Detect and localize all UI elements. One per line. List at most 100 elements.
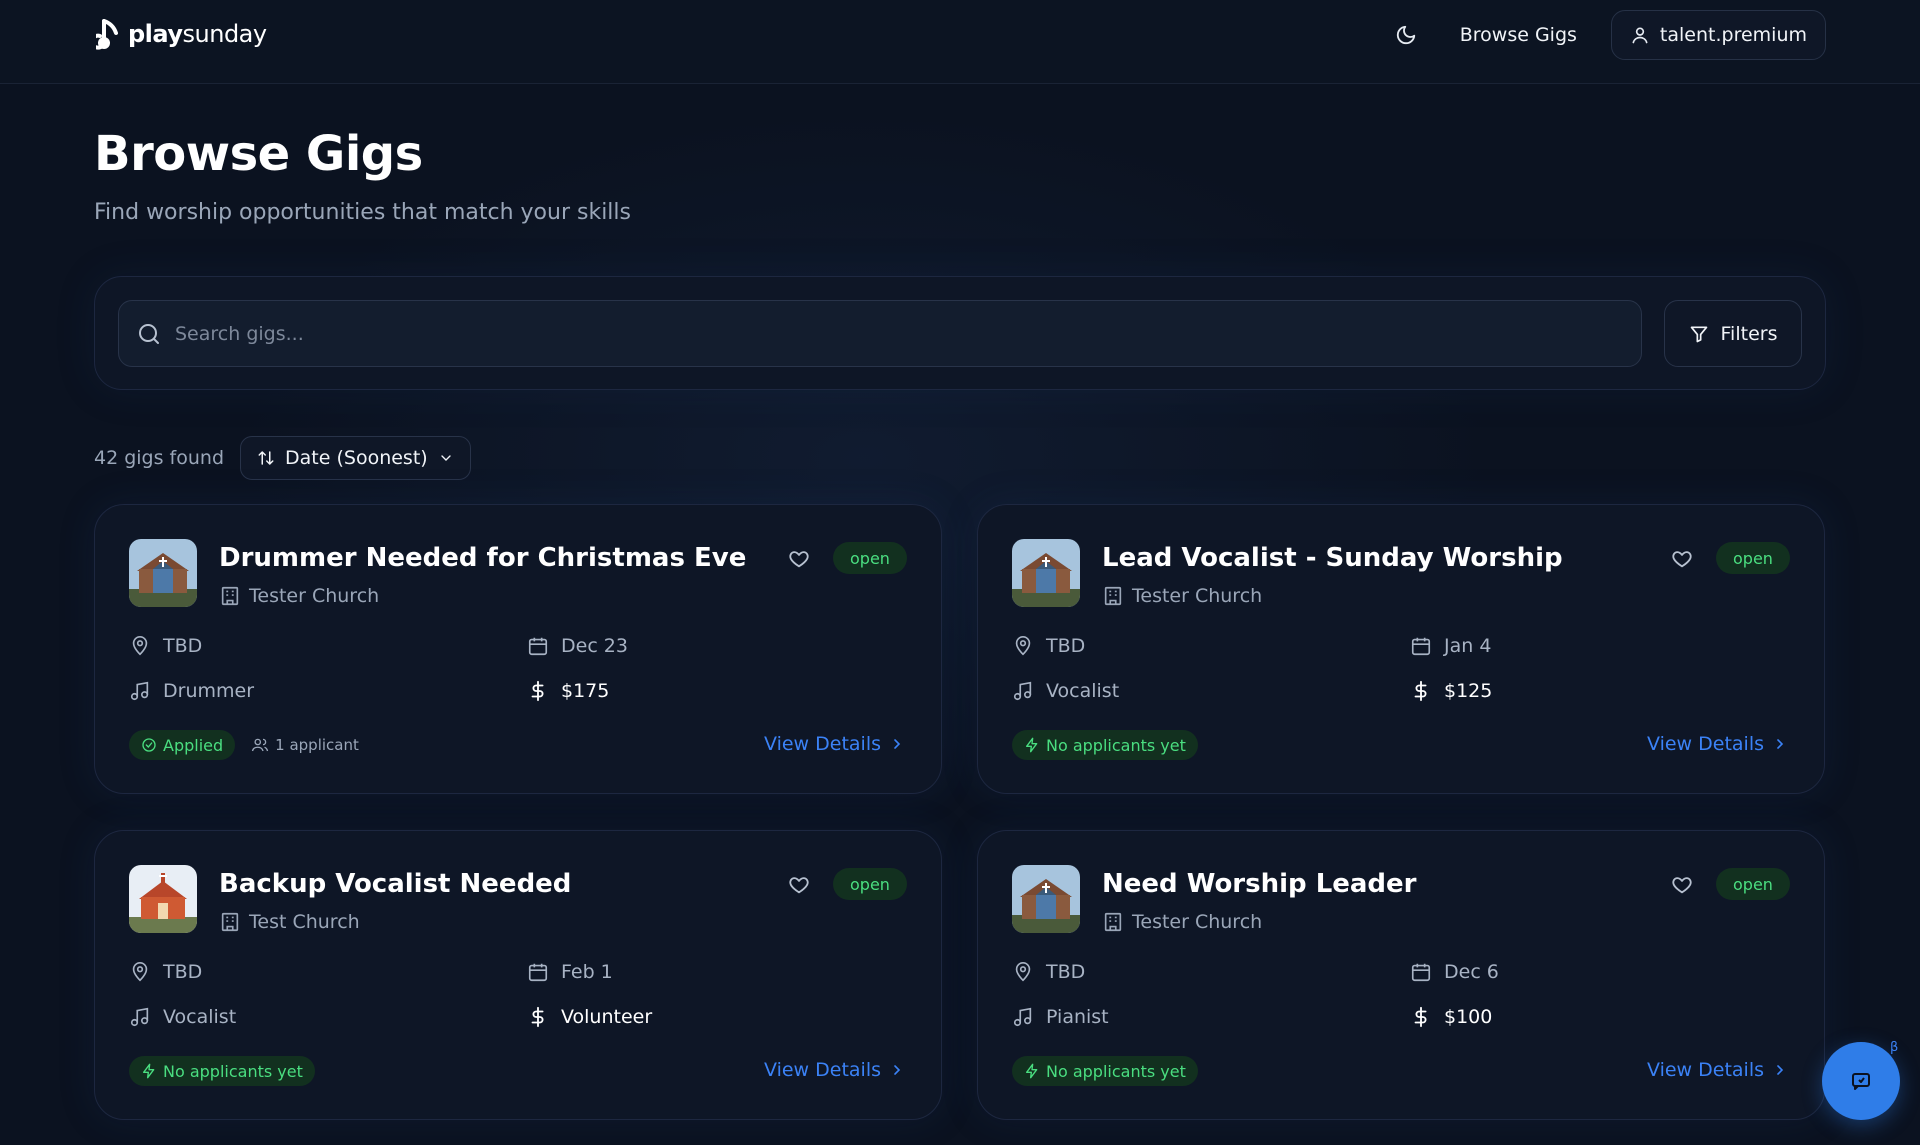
pay-text: Volunteer <box>561 1006 653 1028</box>
search-icon <box>139 323 159 344</box>
church-thumbnail <box>129 865 197 933</box>
gig-title[interactable]: Need Worship Leader <box>1102 869 1417 899</box>
chat-icon <box>1852 1073 1870 1090</box>
music-note-icon <box>1013 1007 1032 1027</box>
gig-title[interactable]: Backup Vocalist Needed <box>219 869 571 899</box>
gig-location: TBD <box>129 961 202 983</box>
results-count: 42 gigs found <box>94 447 225 469</box>
dollar-icon <box>531 1006 544 1028</box>
gig-location: TBD <box>1012 961 1085 983</box>
results-bar: 42 gigs found Date (Soonest) <box>94 436 471 480</box>
location-text: TBD <box>1046 635 1086 657</box>
pay-text: $100 <box>1444 1006 1493 1028</box>
gig-date: Dec 6 <box>1410 961 1499 983</box>
card-footer: No applicants yet <box>1012 1056 1198 1086</box>
role-text: Vocalist <box>1046 680 1120 702</box>
church-thumbnail <box>1012 539 1080 607</box>
user-icon <box>1632 27 1648 44</box>
gig-card[interactable]: Drummer Needed for Christmas Eve Tester … <box>94 504 942 794</box>
users-icon <box>251 738 269 752</box>
applied-badge: Applied <box>129 730 236 760</box>
page-subtitle: Find worship opportunities that match yo… <box>94 200 631 225</box>
gig-card[interactable]: Backup Vocalist Needed Test Church open … <box>94 830 942 1120</box>
logo-text: playsunday <box>128 20 267 48</box>
chevron-right-icon <box>894 739 901 749</box>
moon-icon <box>1396 25 1415 45</box>
map-pin-icon <box>1015 962 1031 982</box>
heart-icon <box>1672 551 1692 568</box>
gig-role: Drummer <box>129 680 254 702</box>
location-text: TBD <box>163 635 203 657</box>
view-details-label: View Details <box>1647 1059 1764 1081</box>
chevron-right-icon <box>1777 739 1784 749</box>
gig-pay: Volunteer <box>527 1006 652 1028</box>
gig-title[interactable]: Lead Vocalist - Sunday Worship <box>1102 543 1563 573</box>
gig-card[interactable]: Need Worship Leader Tester Church open T… <box>977 830 1825 1120</box>
view-details-label: View Details <box>1647 733 1764 755</box>
dollar-icon <box>1414 1006 1427 1028</box>
applicants-text: No applicants yet <box>1046 1061 1186 1081</box>
pay-text: $125 <box>1444 680 1493 702</box>
gig-pay: $175 <box>527 680 609 702</box>
search-panel: Filters <box>94 276 1826 390</box>
check-circle-icon <box>142 738 156 752</box>
view-details-label: View Details <box>764 733 881 755</box>
location-text: TBD <box>1046 961 1086 983</box>
gig-title[interactable]: Drummer Needed for Christmas Eve <box>219 543 746 573</box>
calendar-icon <box>1411 963 1431 982</box>
view-details-link[interactable]: View Details <box>1647 1059 1788 1081</box>
music-note-icon <box>130 681 149 701</box>
gig-pay: $100 <box>1410 1006 1492 1028</box>
calendar-icon <box>528 637 548 656</box>
gig-role: Vocalist <box>1012 680 1119 702</box>
top-navigation-bar: playsunday Browse Gigs talent.premium <box>0 0 1920 84</box>
status-badge: open <box>1716 868 1790 900</box>
status-badge: open <box>1716 542 1790 574</box>
card-footer: No applicants yet <box>1012 730 1198 760</box>
view-details-link[interactable]: View Details <box>764 1059 905 1081</box>
favorite-button[interactable] <box>1668 545 1696 573</box>
no-applicants-badge: No applicants yet <box>129 1056 315 1086</box>
chevron-right-icon <box>894 1065 901 1075</box>
filters-label: Filters <box>1720 322 1778 345</box>
sort-label: Date (Soonest) <box>285 447 428 469</box>
feedback-chat-button[interactable] <box>1822 1042 1900 1120</box>
card-footer: No applicants yet <box>129 1056 315 1086</box>
search-box[interactable] <box>118 300 1642 367</box>
music-note-logo-icon <box>96 17 126 51</box>
dollar-icon <box>531 680 544 702</box>
heart-icon <box>789 551 809 568</box>
theme-toggle-button[interactable] <box>1386 15 1426 55</box>
nav-actions: Browse Gigs talent.premium <box>1386 10 1826 60</box>
music-note-icon <box>130 1007 149 1027</box>
gig-card[interactable]: Lead Vocalist - Sunday Worship Tester Ch… <box>977 504 1825 794</box>
calendar-icon <box>1411 637 1431 656</box>
search-input[interactable] <box>175 322 1575 345</box>
church-thumbnail <box>129 539 197 607</box>
view-details-link[interactable]: View Details <box>764 733 905 755</box>
favorite-button[interactable] <box>1668 871 1696 899</box>
user-menu-button[interactable]: talent.premium <box>1610 10 1826 60</box>
dollar-icon <box>1414 680 1427 702</box>
gig-date: Jan 4 <box>1410 635 1491 657</box>
chevron-right-icon <box>1777 1065 1784 1075</box>
gig-role: Vocalist <box>129 1006 236 1028</box>
view-details-link[interactable]: View Details <box>1647 733 1788 755</box>
chevron-down-icon <box>441 455 451 461</box>
map-pin-icon <box>132 962 148 982</box>
playsunday-logo[interactable]: playsunday <box>96 16 267 52</box>
beta-label: β <box>1890 1040 1899 1055</box>
calendar-icon <box>528 963 548 982</box>
favorite-button[interactable] <box>785 545 813 573</box>
org-name: Tester Church <box>1132 911 1263 933</box>
music-note-icon <box>1013 681 1032 701</box>
filters-button[interactable]: Filters <box>1664 300 1802 367</box>
lightning-icon <box>143 1063 155 1079</box>
sort-dropdown[interactable]: Date (Soonest) <box>240 436 471 480</box>
favorite-button[interactable] <box>785 871 813 899</box>
nav-browse-gigs[interactable]: Browse Gigs <box>1450 24 1587 46</box>
location-text: TBD <box>163 961 203 983</box>
map-pin-icon <box>132 636 148 656</box>
date-text: Feb 1 <box>561 961 613 983</box>
sort-arrows-icon <box>258 451 274 465</box>
